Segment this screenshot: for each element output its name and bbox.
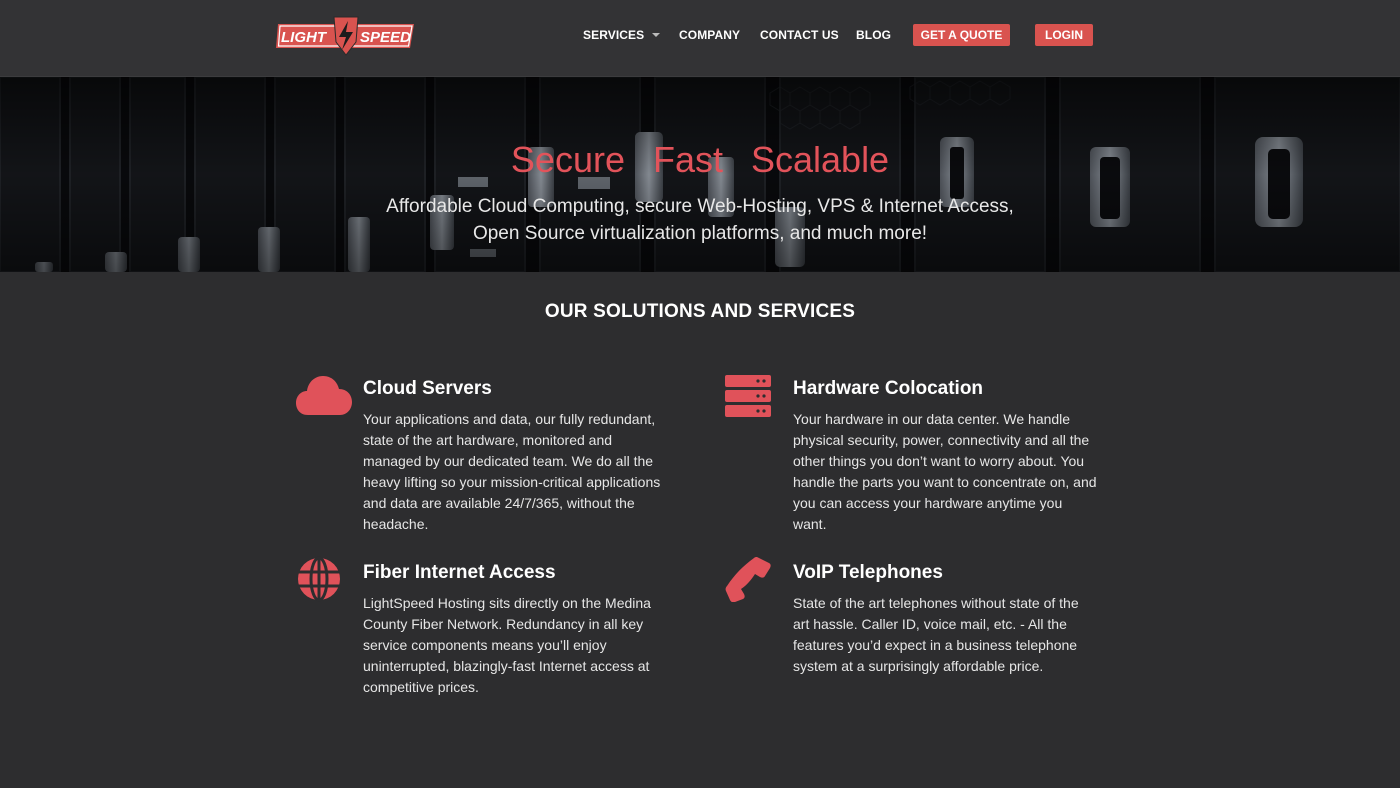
logo-text-speed: SPEED — [360, 29, 411, 46]
get-a-quote-button[interactable]: GET A QUOTE — [913, 24, 1010, 46]
nav-services-label: SERVICES — [583, 28, 645, 42]
hero-subtitle-line-2: Open Source virtualization platforms, an… — [472, 223, 928, 244]
service-description: Your applications and data, our fully re… — [363, 411, 661, 532]
hero-subtitle-line-1: Affordable Cloud Computing, secure Web-H… — [386, 196, 1014, 217]
nav-company[interactable]: COMPANY — [679, 26, 740, 44]
service-description: State of the art telephones without stat… — [793, 595, 1079, 674]
hero-tagline: Secure Fast Scalable — [510, 139, 890, 180]
server-rack-icon — [725, 375, 771, 417]
nav-services[interactable]: SERVICES — [583, 26, 661, 44]
cloud-icon — [295, 373, 353, 417]
phone-icon — [725, 556, 771, 603]
hero-banner: Secure Fast Scalable Affordable Cloud Co… — [0, 77, 1400, 272]
solutions-section-title: OUR SOLUTIONS AND SERVICES — [544, 301, 856, 322]
service-description: Your hardware in our data center. We han… — [793, 411, 1097, 532]
service-title: Cloud Servers — [363, 378, 492, 399]
lightspeed-logo[interactable]: LIGHT SPEED — [276, 16, 416, 56]
logo-text-light: LIGHT — [281, 29, 328, 46]
service-title: Fiber Internet Access — [363, 562, 556, 583]
nav-contact-us[interactable]: CONTACT US — [760, 26, 839, 44]
login-button[interactable]: LOGIN — [1035, 24, 1093, 46]
service-title: VoIP Telephones — [793, 562, 943, 583]
service-title: Hardware Colocation — [793, 378, 984, 399]
nav-blog[interactable]: BLOG — [856, 26, 891, 44]
site-header: LIGHT SPEED SERVICES COMPANY CONTACT US … — [0, 0, 1400, 77]
globe-icon — [296, 556, 342, 602]
hero-subtitle: Affordable Cloud Computing, secure Web-H… — [0, 193, 1400, 247]
service-description: LightSpeed Hosting sits directly on the … — [363, 595, 651, 695]
chevron-down-icon — [652, 32, 661, 37]
